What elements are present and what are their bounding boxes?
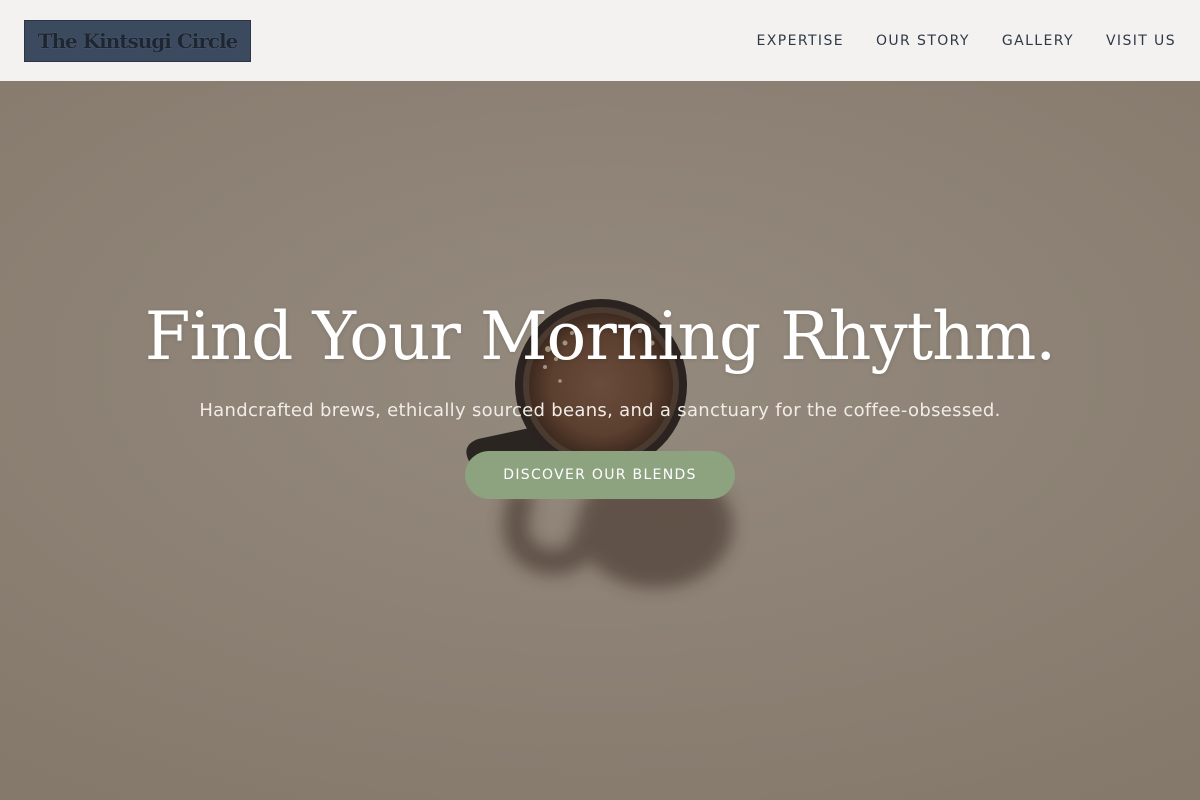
hero-section: Find Your Morning Rhythm. Handcrafted br… <box>0 81 1200 800</box>
hero-content: Find Your Morning Rhythm. Handcrafted br… <box>0 298 1200 499</box>
main-nav: EXPERTISE OUR STORY GALLERY VISIT US <box>757 33 1176 49</box>
top-navbar: The Kintsugi Circle EXPERTISE OUR STORY … <box>0 0 1200 81</box>
nav-link-visit-us[interactable]: VISIT US <box>1106 33 1176 49</box>
nav-link-gallery[interactable]: GALLERY <box>1002 33 1074 49</box>
hero-subheadline: Handcrafted brews, ethically sourced bea… <box>199 399 1001 421</box>
site-logo[interactable]: The Kintsugi Circle <box>24 19 251 62</box>
hero-headline: Find Your Morning Rhythm. <box>144 298 1057 375</box>
nav-link-expertise[interactable]: EXPERTISE <box>757 33 844 49</box>
nav-link-our-story[interactable]: OUR STORY <box>876 33 970 49</box>
discover-blends-button[interactable]: DISCOVER OUR BLENDS <box>465 450 735 499</box>
